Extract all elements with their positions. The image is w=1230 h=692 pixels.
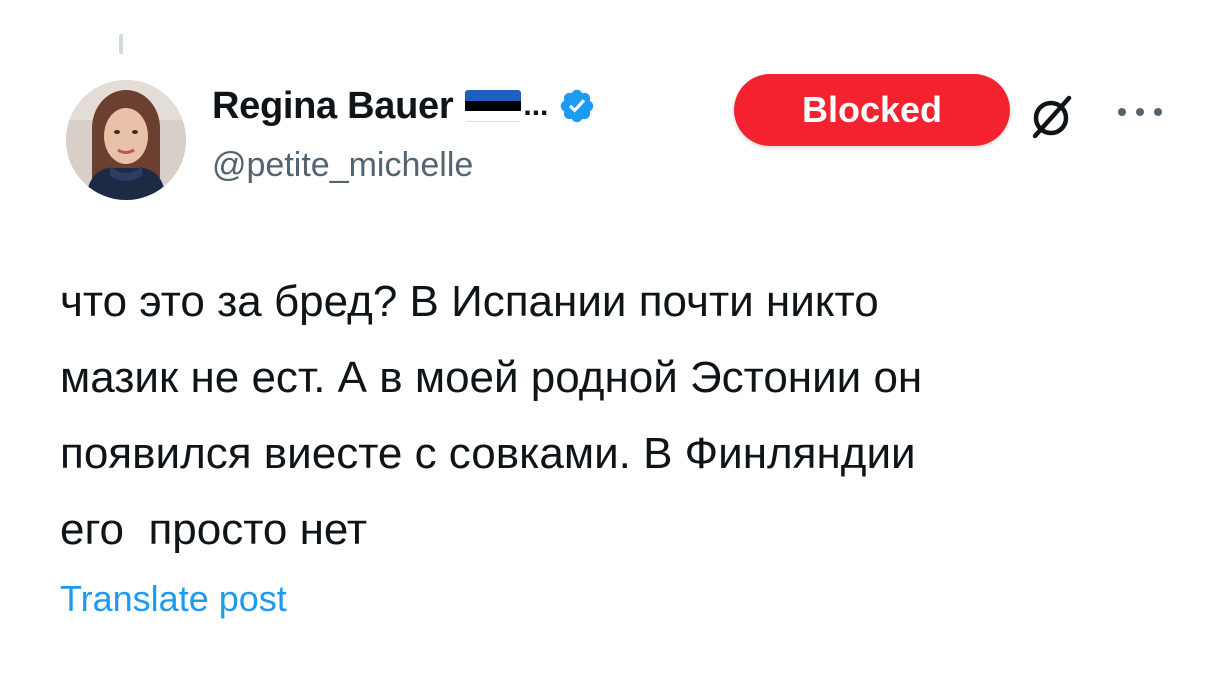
author-handle[interactable]: @petite_michelle [212,146,473,185]
name-overflow-ellipsis: ... [523,89,549,122]
post-text-line: мазик не ест. А в моей родной Эстонии он [60,353,923,402]
verified-badge-icon[interactable] [558,87,596,125]
thread-connector-line [119,34,123,54]
post-text: что это за бред? В Испании почти никто м… [60,264,1190,568]
blocked-button[interactable]: Blocked [734,74,1010,146]
post-text-line: его просто нет [60,505,368,554]
post-text-line: что это за бред? В Испании почти никто [60,277,879,326]
post-header: Regina Bauer ... @petite_michelle Blocke… [212,74,1202,184]
post-text-line: появился виесте с совками. В Финляндии [60,429,916,478]
translate-post-link[interactable]: Translate post [60,578,287,620]
avatar[interactable] [66,80,186,200]
author-display-name[interactable]: Regina Bauer [212,85,454,128]
estonia-flag-icon [465,90,522,122]
more-options-icon[interactable] [1110,92,1170,132]
avatar-photo [66,80,186,200]
name-row: Regina Bauer ... [212,82,596,130]
grok-icon[interactable] [1027,90,1079,142]
